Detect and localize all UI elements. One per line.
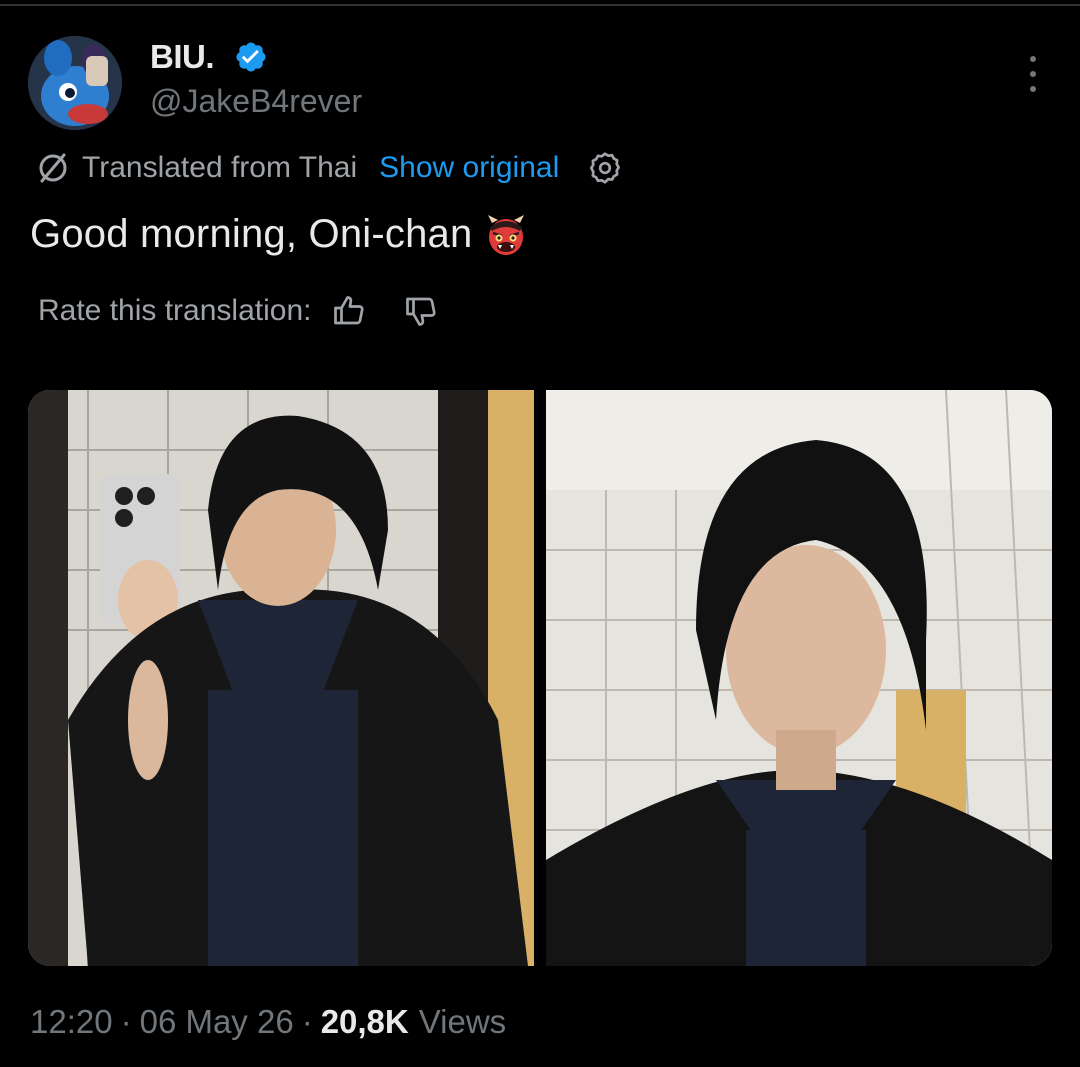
avatar[interactable]	[28, 36, 122, 130]
handle[interactable]: @JakeB4rever	[150, 83, 362, 120]
thumbs-down-icon[interactable]	[403, 293, 439, 329]
footer-separator: ·	[301, 1003, 313, 1040]
rate-translation-row: Rate this translation:	[38, 288, 439, 334]
tweet-time[interactable]: 12:20	[30, 1003, 113, 1041]
more-options-icon[interactable]	[1020, 56, 1046, 92]
tweet-date[interactable]: 06 May 26	[140, 1003, 294, 1041]
rate-translation-label: Rate this translation:	[38, 294, 312, 327]
footer-separator: ·	[120, 1003, 132, 1040]
tweet-text: Good morning, Oni-chan	[30, 212, 528, 257]
photo-2-image	[546, 390, 1052, 966]
thumbs-up-icon[interactable]	[331, 293, 367, 329]
translation-bar: Translated from Thai Show original	[36, 146, 623, 190]
tweet-footer: 12:20 · 06 May 26 · 20,8K Views	[30, 1000, 506, 1044]
japanese-ogre-emoji-icon	[488, 214, 525, 255]
media-grid	[28, 390, 1052, 966]
tweet[interactable]: BIU. @JakeB4rever Translated from Thai S…	[0, 0, 1080, 1067]
verified-badge-icon	[236, 42, 266, 72]
tweet-text-content: Good morning, Oni-chan	[30, 212, 473, 256]
photo-2[interactable]	[546, 390, 1052, 966]
translated-from-label: Translated from Thai	[82, 151, 358, 184]
photo-1[interactable]	[28, 390, 534, 966]
translate-icon	[39, 153, 67, 183]
gear-icon[interactable]	[587, 150, 623, 186]
show-original-link[interactable]: Show original	[379, 151, 559, 185]
photo-1-image	[28, 390, 534, 966]
views-label[interactable]: Views	[419, 1003, 506, 1041]
display-name[interactable]: BIU.	[150, 38, 215, 76]
views-count[interactable]: 20,8K	[321, 1003, 409, 1041]
